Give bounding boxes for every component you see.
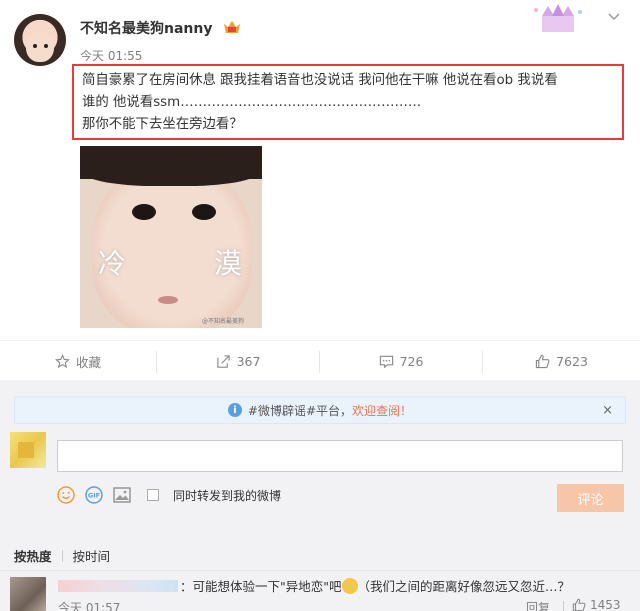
thumbs-up-icon — [535, 354, 550, 368]
post-content: 简自豪累了在房间休息 跟我挂着语音也没说话 我问他在干嘛 他说在看ob 我说看 … — [72, 64, 624, 140]
repost-button[interactable]: 367 — [157, 341, 319, 381]
commenter-name-blurred[interactable] — [58, 580, 178, 592]
castle-decoration-icon — [534, 4, 582, 32]
comment-timestamp: 今天 01:57 — [58, 601, 121, 611]
image-caption-left: 冷 — [98, 247, 129, 280]
rumor-notice-banner: i #微博辟谣#平台， 欢迎查阅！ × — [14, 396, 626, 424]
image-watermark: @不知名最美狗 — [202, 318, 245, 325]
comment-text-part-1: ：可能想体验一下"异地恋"吧 — [180, 579, 342, 594]
comment-sort-bar: 按热度 按时间 — [14, 546, 110, 565]
comment-like-count: 1453 — [590, 598, 621, 611]
my-avatar[interactable] — [10, 432, 46, 468]
comment-input[interactable] — [57, 440, 623, 472]
gif-icon[interactable]: GIF — [85, 486, 103, 504]
cat-emoji-icon — [341, 578, 358, 594]
post-timestamp[interactable]: 今天 01:55 — [80, 47, 142, 64]
post-image[interactable]: 冷 漠 @不知名最美狗 — [80, 146, 262, 328]
post-content-line-3: 那你不能下去坐在旁边看？ — [82, 117, 243, 132]
favorite-label: 收藏 — [75, 354, 101, 370]
notice-text: #微博辟谣#平台， — [247, 403, 353, 418]
username[interactable]: 不知名最美狗nanny — [80, 18, 212, 38]
commenter-avatar[interactable] — [10, 577, 46, 611]
image-caption-right: 漠 — [214, 247, 245, 280]
star-icon — [55, 353, 70, 368]
image-upload-icon[interactable] — [113, 486, 131, 504]
like-count: 7623 — [556, 353, 588, 369]
post-content-line-1: 简自豪累了在房间休息 跟我挂着语音也没说话 我问他在干嘛 他说在看ob 我说看 — [82, 73, 558, 88]
comment-icon — [379, 355, 393, 368]
info-icon: i — [227, 403, 242, 417]
comment-section: i #微博辟谣#平台， 欢迎查阅！ × GIF 同时转发到我的微博 评论 按热度… — [0, 380, 640, 611]
comment-text-part-2: （我们之间的距离好像忽远又忽近…？ — [357, 579, 571, 594]
vip-badge-icon[interactable] — [222, 18, 242, 36]
notice-link[interactable]: 欢迎查阅！ — [352, 402, 412, 419]
comment-button[interactable]: 726 — [320, 341, 482, 381]
post-content-line-2: 谁的 他说看ssm……………………………………………… — [82, 95, 422, 110]
like-button[interactable]: 7623 — [483, 341, 640, 381]
comment-toolbar: GIF 同时转发到我的微博 — [57, 483, 281, 507]
favorite-button[interactable]: 收藏 — [0, 341, 156, 381]
comment-text: ：可能想体验一下"异地恋"吧 （我们之间的距离好像忽远又忽近…？ — [180, 576, 570, 595]
thumbs-up-icon — [572, 598, 586, 611]
comment-item: ：可能想体验一下"异地恋"吧 （我们之间的距离好像忽远又忽近…？ 今天 01:57… — [0, 570, 640, 611]
sort-by-hot-tab[interactable]: 按热度 — [14, 546, 52, 565]
post-menu-chevron-icon[interactable] — [604, 10, 624, 26]
svg-text:GIF: GIF — [88, 492, 100, 500]
weibo-post: 不知名最美狗nanny 今天 01:55 简自豪累了在房间休息 跟我挂着语音也没… — [0, 0, 640, 340]
sort-by-time-tab[interactable]: 按时间 — [73, 546, 111, 565]
emoji-icon[interactable] — [57, 486, 75, 504]
post-action-bar: 收藏 367 726 7623 — [0, 340, 640, 380]
forward-label: 同时转发到我的微博 — [173, 488, 282, 503]
submit-comment-button[interactable]: 评论 — [557, 484, 624, 512]
comment-like-button[interactable]: 1453 — [572, 598, 621, 611]
close-icon[interactable]: × — [602, 403, 613, 418]
repost-count: 367 — [236, 353, 261, 369]
forward-checkbox[interactable] — [147, 489, 159, 501]
comment-count: 726 — [399, 353, 424, 369]
user-avatar[interactable] — [14, 14, 66, 66]
share-icon — [216, 354, 230, 368]
reply-button[interactable]: 回复 — [526, 599, 550, 611]
